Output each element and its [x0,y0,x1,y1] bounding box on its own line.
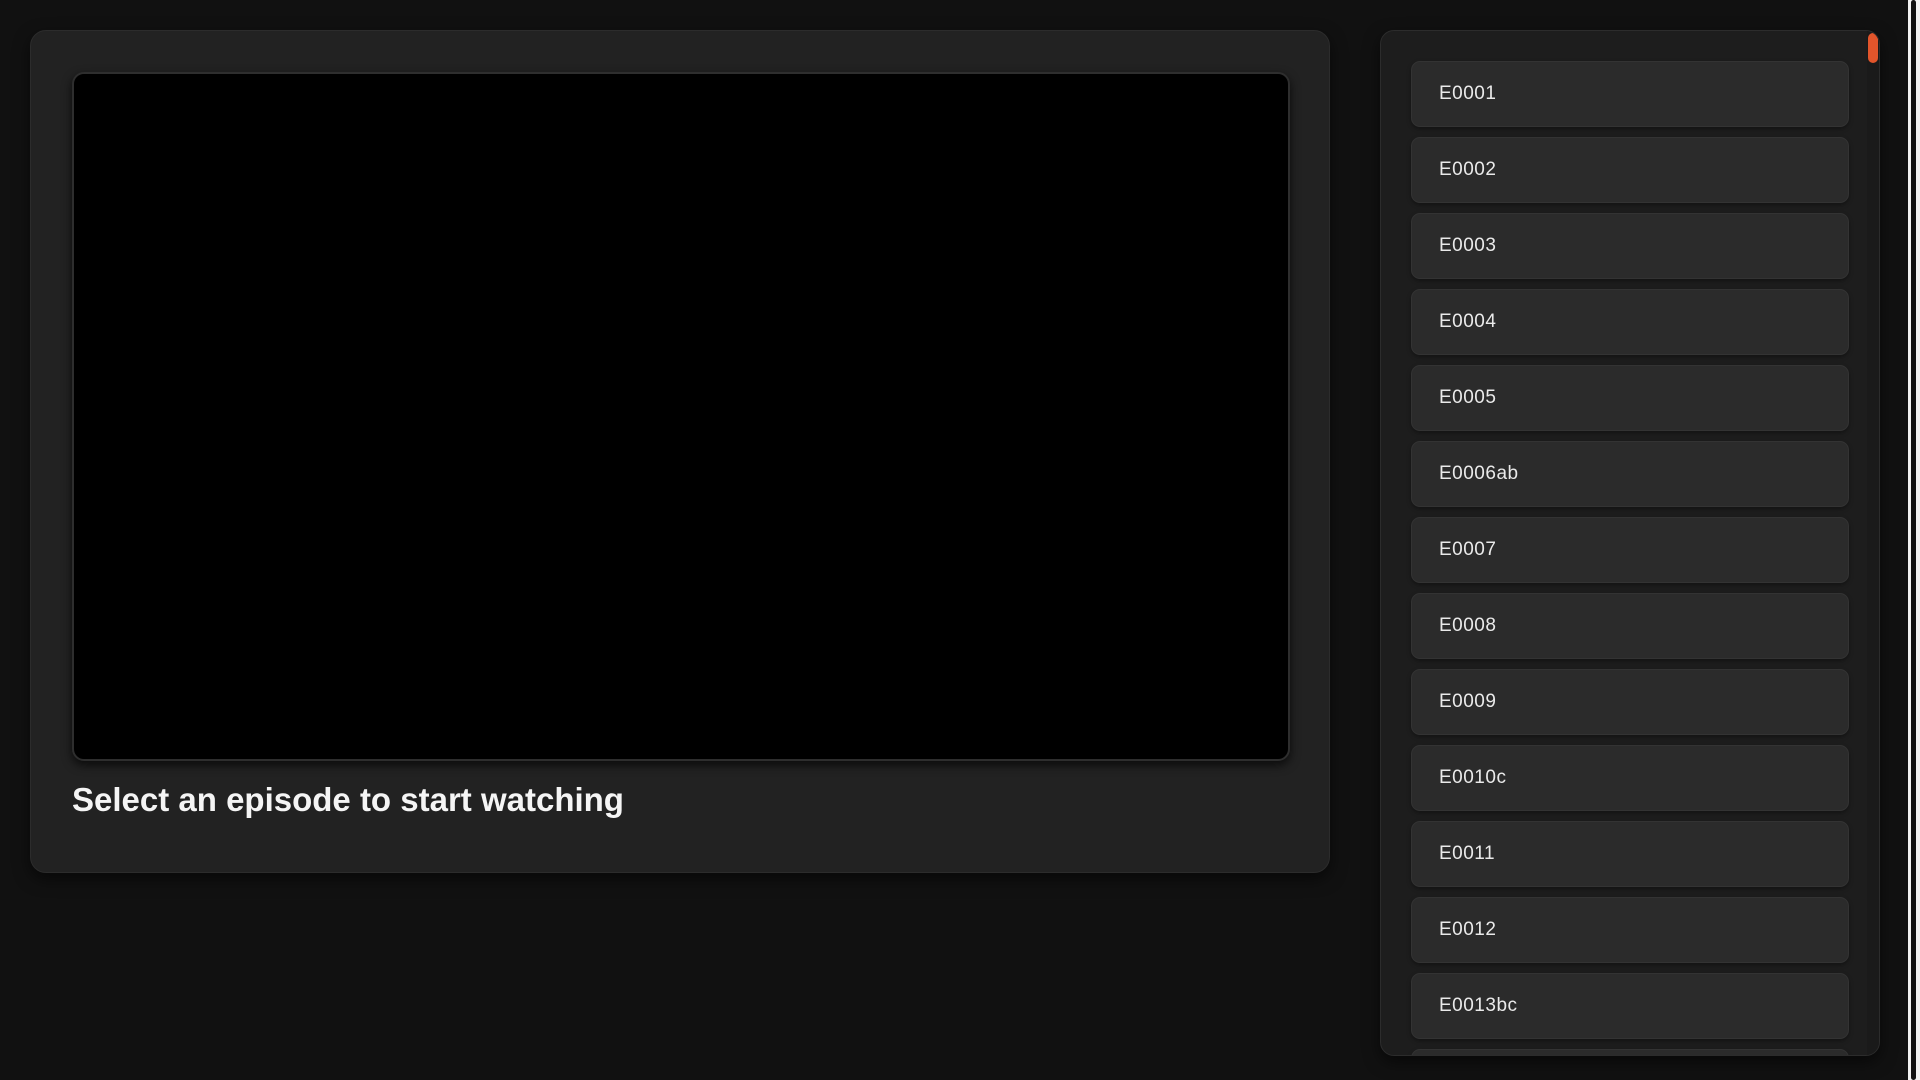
episode-list-scroll-thumb[interactable] [1868,33,1878,63]
episode-item[interactable] [1411,1049,1849,1055]
episode-list-panel: E0001 E0002 E0003 E0004 E0005 E0006ab E0… [1380,30,1880,1056]
episode-item[interactable]: E0001 [1411,61,1849,127]
episode-item[interactable]: E0004 [1411,289,1849,355]
episode-item[interactable]: E0008 [1411,593,1849,659]
episode-item[interactable]: E0010c [1411,745,1849,811]
episode-item[interactable]: E0005 [1411,365,1849,431]
episode-item[interactable]: E0003 [1411,213,1849,279]
window-scroll-thumb[interactable] [1911,0,1916,1080]
episode-item[interactable]: E0013bc [1411,973,1849,1039]
window-scrollbar[interactable] [1908,0,1920,1080]
episode-item[interactable]: E0012 [1411,897,1849,963]
now-playing-title: Select an episode to start watching [72,781,624,818]
episode-item[interactable]: E0007 [1411,517,1849,583]
episode-item[interactable]: E0011 [1411,821,1849,887]
video-player[interactable] [72,72,1290,761]
episode-list: E0001 E0002 E0003 E0004 E0005 E0006ab E0… [1411,61,1849,1055]
page: Select an episode to start watching E000… [0,0,1920,1080]
episode-item[interactable]: E0006ab [1411,441,1849,507]
player-card: Select an episode to start watching [30,30,1330,873]
episode-list-scrollbar[interactable] [1867,31,1879,1055]
episode-item[interactable]: E0009 [1411,669,1849,735]
episode-item[interactable]: E0002 [1411,137,1849,203]
